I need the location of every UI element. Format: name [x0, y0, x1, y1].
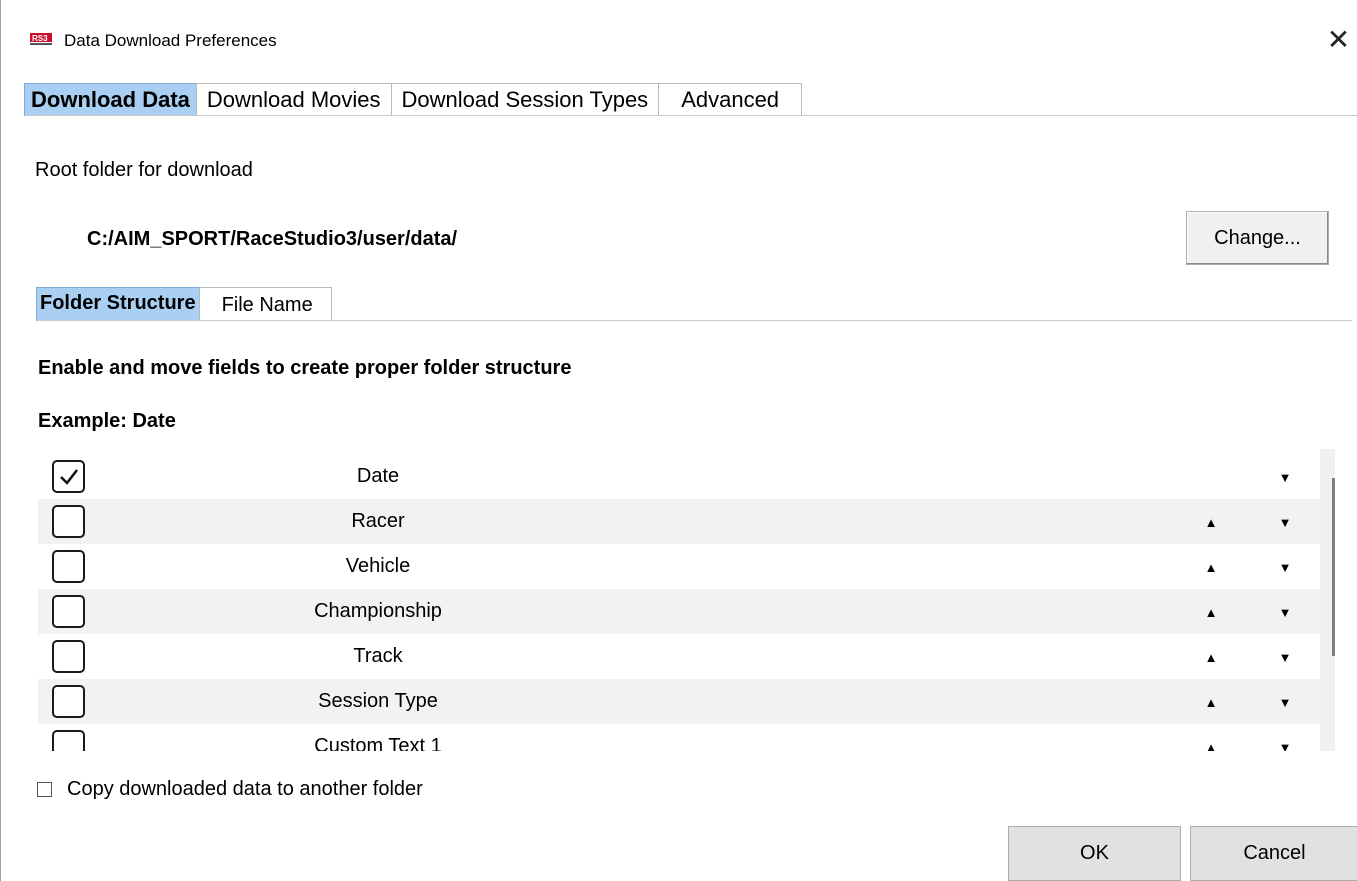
- move-down-icon[interactable]: ▼: [1276, 544, 1294, 589]
- copy-option-label: Copy downloaded data to another folder: [67, 778, 423, 800]
- field-label: Track: [353, 645, 403, 667]
- field-label: Racer: [351, 510, 405, 532]
- field-checkbox-track[interactable]: [52, 640, 85, 673]
- tab-download-movies[interactable]: Download Movies: [195, 83, 392, 116]
- copy-checkbox[interactable]: [37, 782, 52, 797]
- close-icon[interactable]: ✕: [1319, 20, 1357, 60]
- move-down-icon[interactable]: ▼: [1276, 499, 1294, 544]
- field-checkbox-custom-text-1[interactable]: [52, 730, 85, 751]
- move-down-icon[interactable]: ▼: [1276, 634, 1294, 679]
- svg-text:RS3: RS3: [32, 34, 48, 43]
- cancel-button[interactable]: Cancel: [1190, 826, 1357, 881]
- field-checkbox-vehicle[interactable]: [52, 550, 85, 583]
- dialog-body: Download Data Download Movies Download S…: [0, 67, 1357, 881]
- tab-file-name[interactable]: File Name: [198, 287, 332, 321]
- sub-tab-strip: Folder Structure File Name: [36, 287, 332, 321]
- field-row-vehicle: Vehicle ▲ ▼: [38, 544, 1320, 589]
- checkmark-icon: [60, 469, 78, 485]
- example-text: Example: Date: [38, 410, 176, 432]
- window-title: Data Download Preferences: [64, 31, 277, 50]
- field-row-custom-text-1: Custom Text 1 ▲ ▼: [38, 724, 1320, 751]
- field-label: Date: [356, 465, 400, 487]
- main-tab-strip: Download Data Download Movies Download S…: [24, 83, 803, 116]
- move-up-icon[interactable]: ▲: [1202, 634, 1220, 679]
- field-checkbox-session-type[interactable]: [52, 685, 85, 718]
- move-down-icon[interactable]: ▼: [1276, 454, 1294, 499]
- field-checkbox-date[interactable]: [52, 460, 85, 493]
- field-row-date: Date ▼: [38, 454, 1320, 499]
- tab-download-data[interactable]: Download Data: [24, 83, 197, 116]
- field-row-session-type: Session Type ▲ ▼: [38, 679, 1320, 724]
- move-down-icon[interactable]: ▼: [1276, 724, 1294, 751]
- app-icon: RS3: [28, 31, 54, 47]
- move-up-icon[interactable]: ▲: [1202, 724, 1220, 751]
- field-row-racer: Racer ▲ ▼: [38, 499, 1320, 544]
- tab-download-session-types[interactable]: Download Session Types: [390, 83, 660, 116]
- root-folder-path: C:/AIM_SPORT/RaceStudio3/user/data/: [87, 228, 458, 250]
- move-up-icon[interactable]: ▲: [1202, 499, 1220, 544]
- move-down-icon[interactable]: ▼: [1276, 679, 1294, 724]
- field-label: Championship: [314, 600, 442, 622]
- change-folder-button[interactable]: Change...: [1186, 211, 1329, 265]
- tab-folder-structure[interactable]: Folder Structure: [36, 287, 200, 321]
- move-up-icon[interactable]: ▲: [1202, 589, 1220, 634]
- move-up-icon[interactable]: ▲: [1202, 544, 1220, 589]
- root-folder-label: Root folder for download: [35, 159, 253, 181]
- field-label: Vehicle: [345, 555, 411, 577]
- scrollbar-thumb[interactable]: [1332, 478, 1335, 656]
- field-list: Date ▼ Racer ▲ ▼ Vehicle ▲ ▼ Championshi…: [38, 454, 1320, 751]
- field-label: Custom Text 1: [314, 735, 442, 751]
- field-checkbox-racer[interactable]: [52, 505, 85, 538]
- move-up-icon[interactable]: ▲: [1202, 679, 1220, 724]
- sub-tab-divider: [37, 320, 1352, 321]
- ok-button[interactable]: OK: [1008, 826, 1181, 881]
- tab-divider: [25, 115, 1357, 116]
- field-checkbox-championship[interactable]: [52, 595, 85, 628]
- tab-advanced[interactable]: Advanced: [658, 83, 803, 116]
- move-down-icon[interactable]: ▼: [1276, 589, 1294, 634]
- field-row-championship: Championship ▲ ▼: [38, 589, 1320, 634]
- title-bar: RS3 Data Download Preferences ✕: [0, 0, 1357, 67]
- field-label: Session Type: [318, 690, 438, 712]
- field-row-track: Track ▲ ▼: [38, 634, 1320, 679]
- instructions-text: Enable and move fields to create proper …: [38, 357, 572, 379]
